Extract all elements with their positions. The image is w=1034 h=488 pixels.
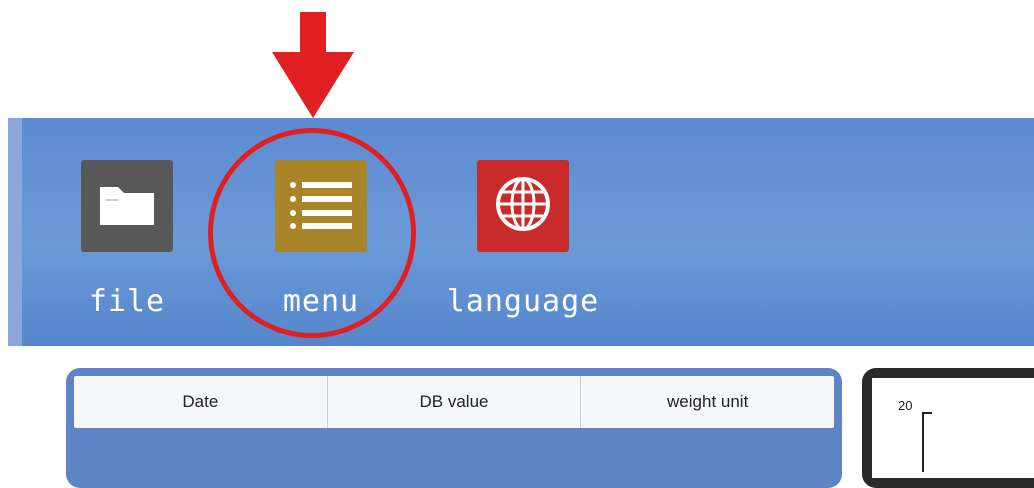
y-axis-tick-mark [922, 412, 932, 414]
toolbar: file menu language [8, 118, 1034, 346]
annotation-highlight-circle [208, 128, 416, 338]
toolbar-language-button[interactable]: language [447, 160, 598, 330]
globe-icon [493, 174, 553, 239]
file-tile[interactable] [81, 160, 173, 252]
column-header-date[interactable]: Date [74, 376, 328, 428]
toolbar-file-button[interactable]: file [62, 160, 192, 330]
toolbar-language-label: language [446, 284, 600, 319]
language-tile[interactable] [477, 160, 569, 252]
annotation-arrow-shaft [300, 12, 326, 56]
content-area: Date DB value weight unit 20 [8, 346, 1034, 488]
annotation-arrow-head [272, 52, 354, 118]
table-header: Date DB value weight unit [74, 376, 834, 428]
app-window: file menu language Date DB value weight … [8, 118, 1034, 488]
folder-icon [98, 181, 156, 232]
column-header-db-value[interactable]: DB value [328, 376, 582, 428]
y-axis-line [922, 412, 924, 472]
toolbar-file-label: file [88, 284, 166, 319]
data-table-panel: Date DB value weight unit [66, 368, 842, 488]
column-header-weight-unit[interactable]: weight unit [581, 376, 834, 428]
y-axis-tick-label: 20 [898, 398, 913, 413]
chart-area: 20 [872, 378, 1034, 478]
chart-panel: 20 [862, 368, 1034, 488]
